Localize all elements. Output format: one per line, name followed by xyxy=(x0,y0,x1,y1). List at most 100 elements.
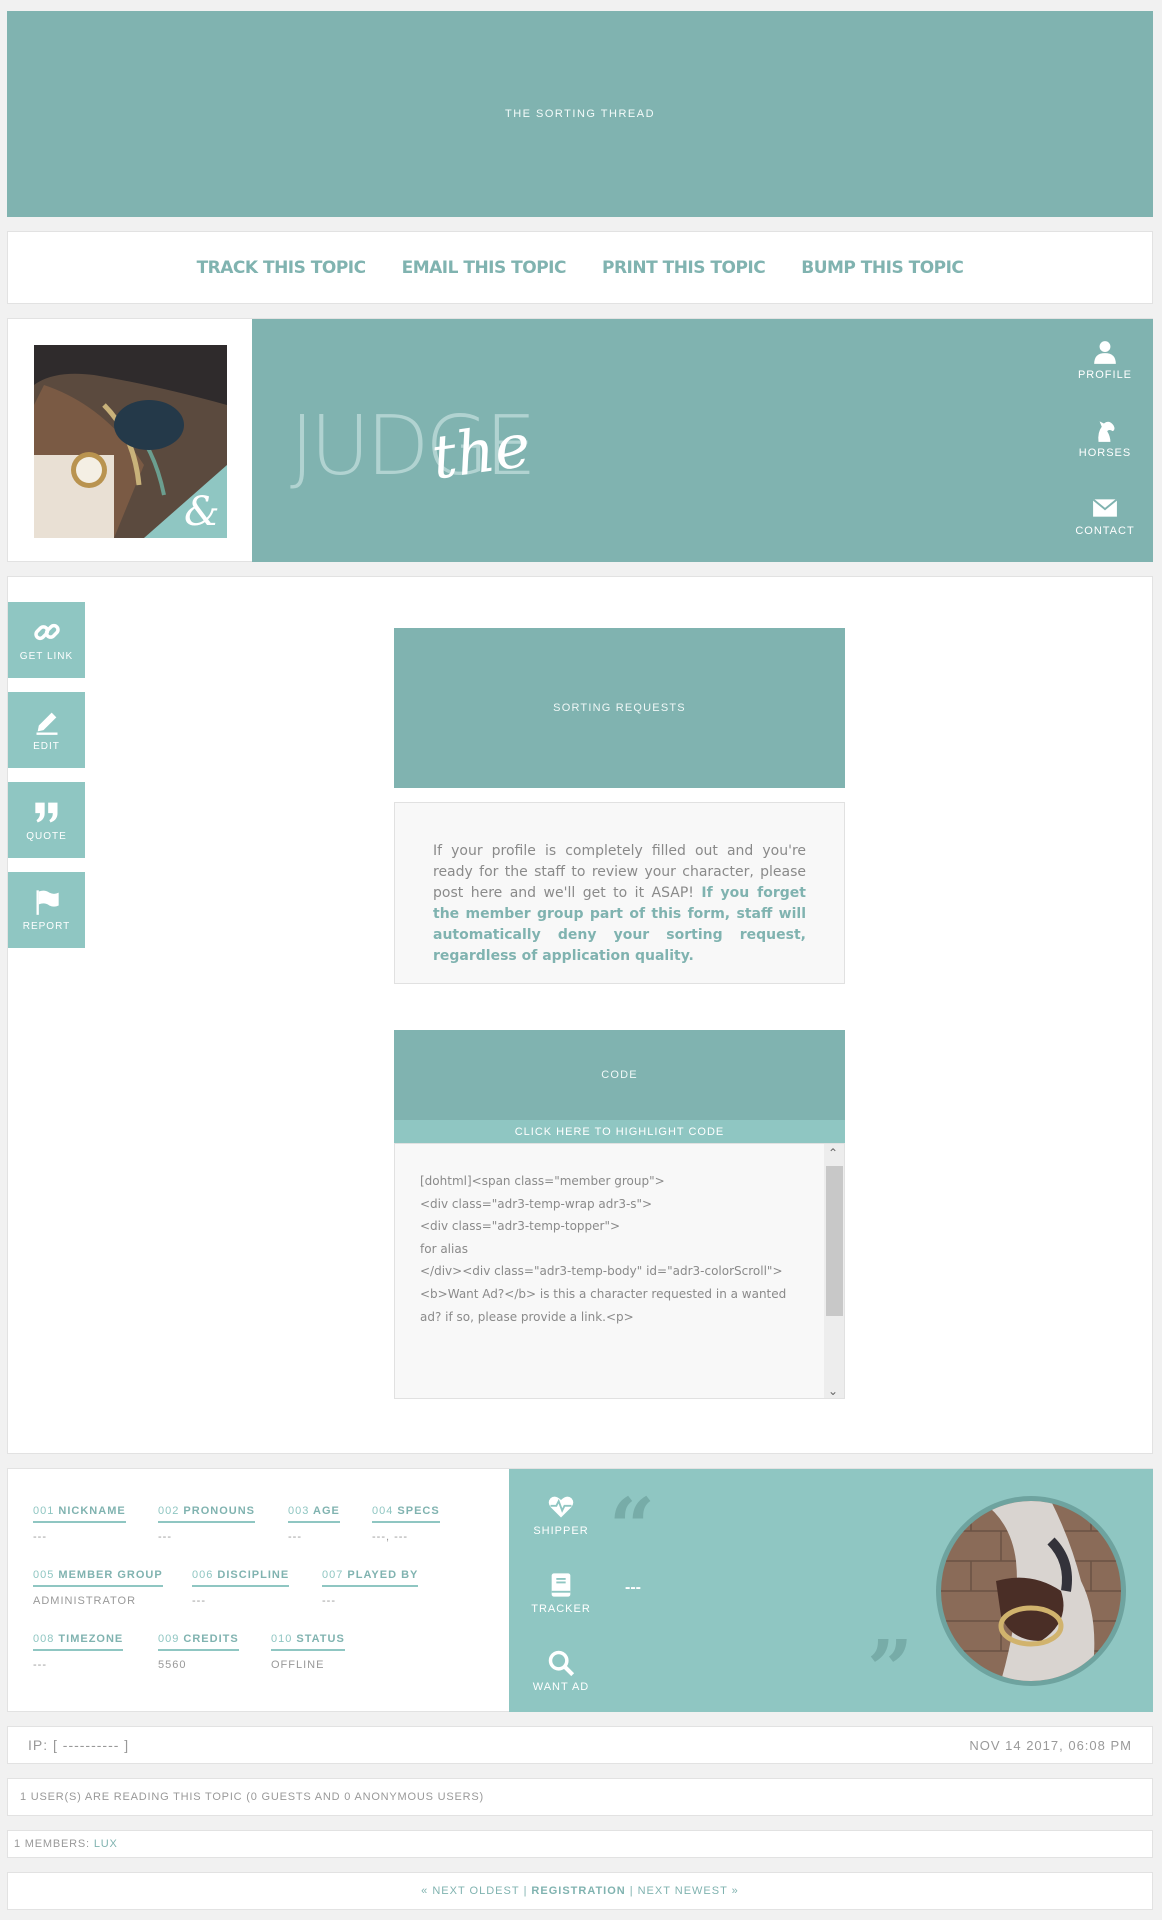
code-line: [dohtml]<span class="member group"> xyxy=(420,1174,665,1188)
field-value: OFFLINE xyxy=(271,1659,325,1671)
members-bar: 1 MEMBERS: LUX xyxy=(7,1830,1153,1858)
heartbeat-icon xyxy=(548,1496,574,1518)
field-number: 005 xyxy=(33,1569,55,1581)
next-oldest-link[interactable]: « NEXT OLDEST xyxy=(421,1885,519,1897)
field-value: --- xyxy=(33,1659,47,1671)
field-number: 004 xyxy=(372,1505,394,1517)
link-icon xyxy=(33,623,60,641)
flag-icon xyxy=(36,890,59,915)
field-value: --- xyxy=(33,1531,47,1543)
field-played-by: 007 PLAYED BY --- xyxy=(322,1565,419,1607)
field-label: DISCIPLINE xyxy=(217,1569,290,1581)
registration-link[interactable]: REGISTRATION xyxy=(531,1885,625,1897)
horses-link-label: HORSES xyxy=(1078,447,1132,459)
field-number: 010 xyxy=(271,1633,293,1645)
tracker-link[interactable]: TRACKER xyxy=(521,1571,601,1615)
report-label: REPORT xyxy=(22,921,71,932)
user-icon xyxy=(1094,341,1116,364)
get-link-label: GET LINK xyxy=(19,651,74,662)
code-scrollbar[interactable]: ⌃ ⌄ xyxy=(824,1144,844,1398)
nav-separator: | xyxy=(629,1885,634,1897)
field-label: SPECS xyxy=(397,1505,440,1517)
field-label: AGE xyxy=(313,1505,340,1517)
quote-button[interactable]: QUOTE xyxy=(8,782,85,858)
member-extra-panel: SHIPPER TRACKER WANT AD “ --- ” xyxy=(509,1469,1153,1712)
contact-link[interactable]: CONTACT xyxy=(1065,495,1145,537)
scroll-down-icon[interactable]: ⌄ xyxy=(828,1384,838,1398)
shipper-label: SHIPPER xyxy=(533,1525,589,1537)
field-nickname: 001 NICKNAME --- xyxy=(33,1501,126,1543)
field-value: ---, --- xyxy=(372,1531,409,1543)
post-date: NOV 14 2017, 06:08 PM xyxy=(969,1737,1132,1753)
next-newest-link[interactable]: NEXT NEWEST » xyxy=(638,1885,739,1897)
book-icon xyxy=(551,1573,571,1597)
readers-count: 1 USER(S) ARE READING THIS TOPIC (0 GUES… xyxy=(20,1791,484,1803)
member-info-row: 001 NICKNAME --- 002 PRONOUNS --- 003 AG… xyxy=(7,1468,1153,1712)
ip-bar: IP: [ ---------- ] NOV 14 2017, 06:08 PM xyxy=(7,1726,1153,1764)
field-value: --- xyxy=(192,1595,206,1607)
field-number: 008 xyxy=(33,1633,55,1645)
horse-icon xyxy=(1098,421,1115,442)
code-content: [dohtml]<span class="member group"> <div… xyxy=(420,1170,810,1328)
want-ad-label: WANT AD xyxy=(532,1681,590,1693)
ip-address: IP: [ ---------- ] xyxy=(28,1737,130,1753)
field-status: 010 STATUS OFFLINE xyxy=(271,1629,345,1671)
code-line: <b>Want Ad?</b> is this a character requ… xyxy=(420,1286,787,1324)
sorting-requests-title: SORTING REQUESTS xyxy=(553,702,686,714)
member-photo xyxy=(936,1496,1126,1686)
field-number: 003 xyxy=(288,1505,310,1517)
want-ad-link[interactable]: WANT AD xyxy=(521,1649,601,1693)
get-link-button[interactable]: GET LINK xyxy=(8,602,85,678)
profile-row: & JUDGE the PROFILE HORSES CONTACT xyxy=(7,318,1153,562)
topic-actions-bar: TRACK THIS TOPIC EMAIL THIS TOPIC PRINT … xyxy=(7,231,1153,304)
search-icon xyxy=(548,1650,575,1677)
edit-label: EDIT xyxy=(33,741,60,752)
profile-link[interactable]: PROFILE xyxy=(1065,339,1145,381)
field-age: 003 AGE --- xyxy=(288,1501,340,1543)
envelope-icon xyxy=(1092,498,1118,517)
highlight-code-button[interactable]: CLICK HERE TO HIGHLIGHT CODE xyxy=(394,1120,845,1143)
contact-link-label: CONTACT xyxy=(1075,525,1135,537)
print-topic-link[interactable]: PRINT THIS TOPIC xyxy=(602,258,766,278)
horses-link[interactable]: HORSES xyxy=(1065,417,1145,459)
header-banner: THE SORTING THREAD xyxy=(7,11,1153,217)
quote-icon xyxy=(34,802,57,823)
close-quote-icon: ” xyxy=(867,1622,914,1716)
members-prefix: 1 MEMBERS: xyxy=(14,1838,90,1850)
edit-button[interactable]: EDIT xyxy=(8,692,85,768)
open-quote-icon: “ xyxy=(609,1480,656,1574)
field-value: --- xyxy=(322,1595,336,1607)
member-link[interactable]: LUX xyxy=(94,1838,118,1850)
field-label: PLAYED BY xyxy=(347,1569,419,1581)
quote-label: QUOTE xyxy=(26,831,67,842)
field-pronouns: 002 PRONOUNS --- xyxy=(158,1501,255,1543)
field-value: 5560 xyxy=(158,1659,187,1671)
shipper-link[interactable]: SHIPPER xyxy=(521,1493,601,1537)
code-line: for alias xyxy=(420,1241,468,1256)
field-specs: 004 SPECS ---, --- xyxy=(372,1501,440,1543)
svg-text:&: & xyxy=(184,489,220,535)
field-label: CREDITS xyxy=(183,1633,239,1645)
scroll-thumb[interactable] xyxy=(826,1166,843,1316)
sorting-requests-header: SORTING REQUESTS xyxy=(394,628,845,788)
reading-bar: 1 USER(S) ARE READING THIS TOPIC (0 GUES… xyxy=(7,1778,1153,1816)
scroll-up-icon[interactable]: ⌃ xyxy=(828,1146,838,1160)
field-value: --- xyxy=(158,1531,172,1543)
topic-navigation: « NEXT OLDEST | REGISTRATION | NEXT NEWE… xyxy=(7,1872,1153,1910)
sorting-requests-body: If your profile is completely filled out… xyxy=(394,802,845,984)
field-value: --- xyxy=(288,1531,302,1543)
field-credits: 009 CREDITS 5560 xyxy=(158,1629,239,1671)
report-button[interactable]: REPORT xyxy=(8,872,85,948)
track-topic-link[interactable]: TRACK THIS TOPIC xyxy=(197,258,367,278)
field-number: 009 xyxy=(158,1633,180,1645)
code-line: <div class="adr3-temp-wrap adr3-s"> xyxy=(420,1196,653,1211)
field-label: MEMBER GROUP xyxy=(58,1569,163,1581)
field-discipline: 006 DISCIPLINE --- xyxy=(192,1565,290,1607)
bump-topic-link[interactable]: BUMP THIS TOPIC xyxy=(801,258,964,278)
email-topic-link[interactable]: EMAIL THIS TOPIC xyxy=(402,258,567,278)
field-value: ADMINISTRATOR xyxy=(33,1595,137,1607)
code-line: </div><div class="adr3-temp-body" id="ad… xyxy=(420,1264,783,1279)
pencil-icon xyxy=(36,712,57,735)
profile-banner: JUDGE the PROFILE HORSES CONTACT xyxy=(252,319,1153,562)
code-box[interactable]: [dohtml]<span class="member group"> <div… xyxy=(394,1143,845,1399)
